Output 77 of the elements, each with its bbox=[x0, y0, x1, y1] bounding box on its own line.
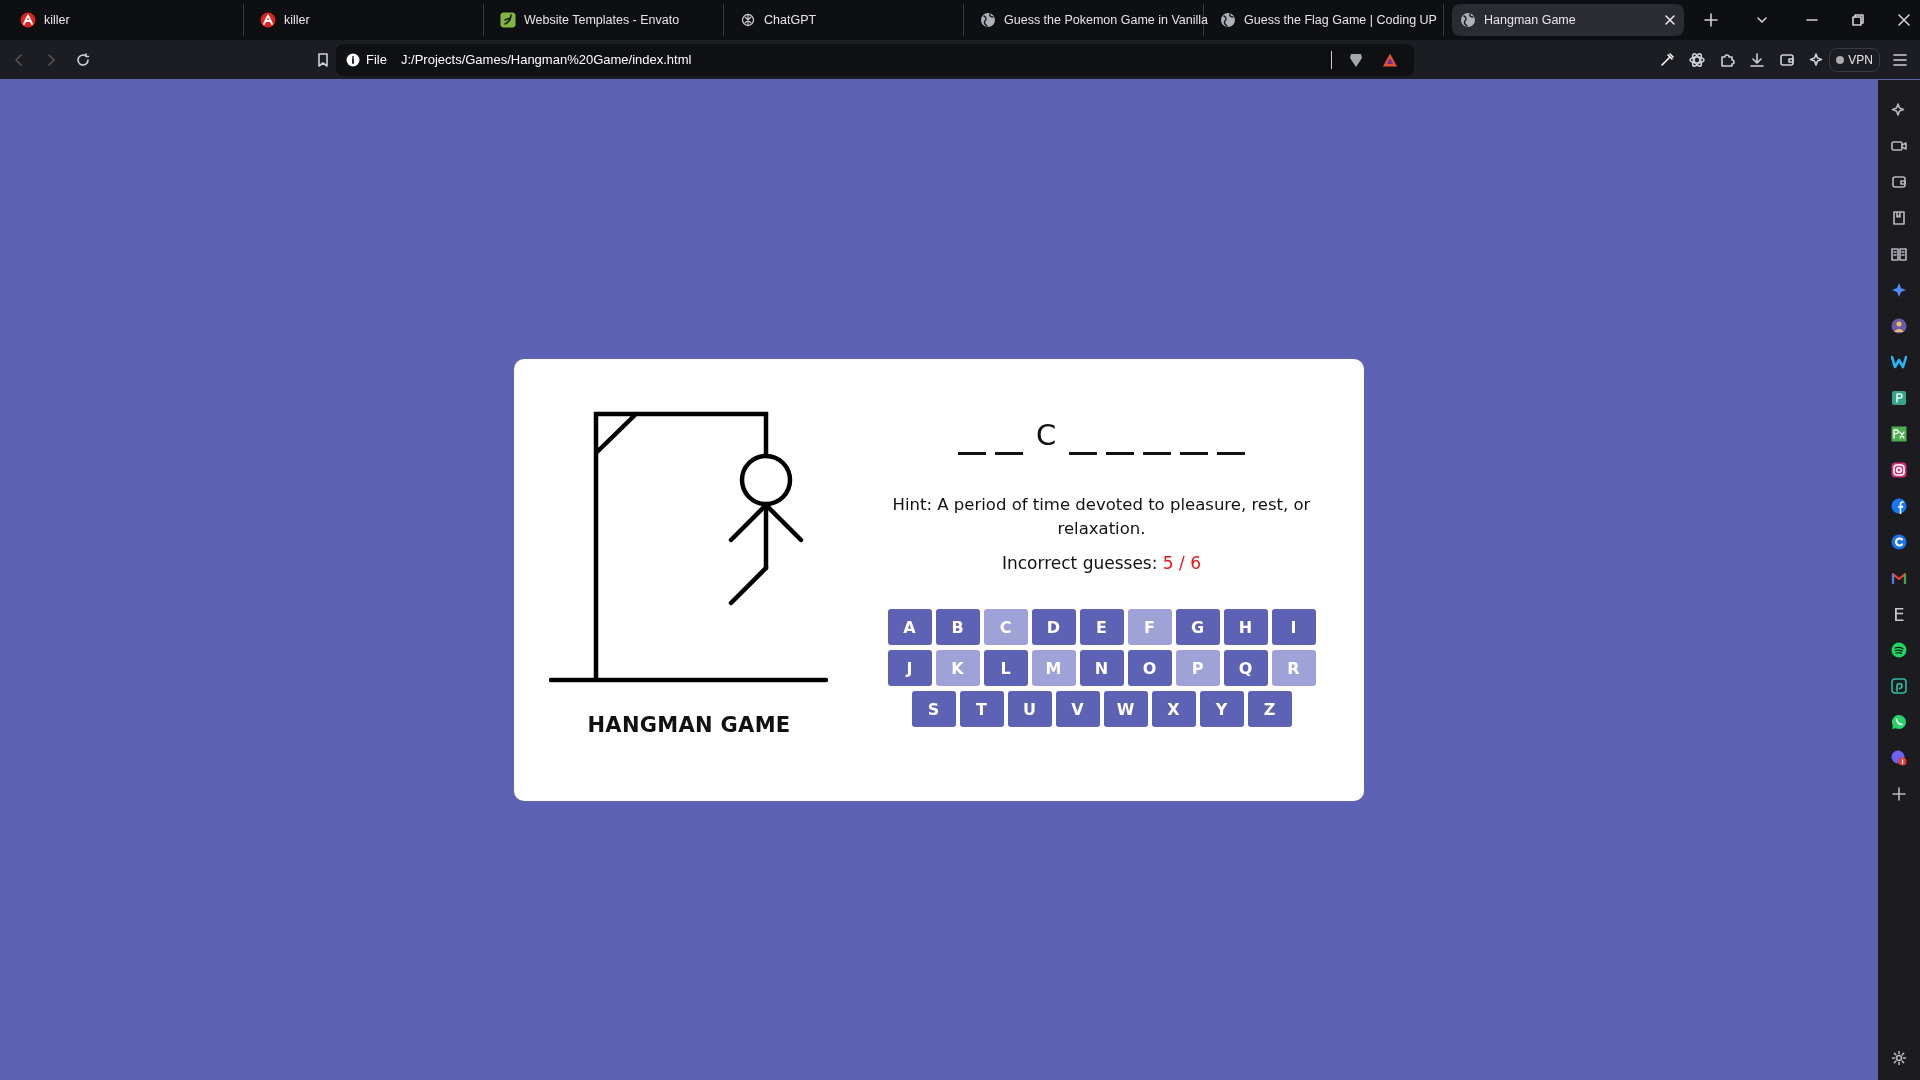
bookmark-icon[interactable] bbox=[316, 52, 330, 67]
info-icon bbox=[346, 52, 360, 67]
chat-phone-icon[interactable] bbox=[1891, 714, 1907, 730]
spotify-icon[interactable] bbox=[1891, 642, 1907, 658]
restore-icon[interactable] bbox=[1852, 14, 1864, 26]
letter-key[interactable]: D bbox=[1031, 609, 1076, 645]
vpn-button[interactable]: VPN bbox=[1829, 47, 1880, 72]
new-tab-icon[interactable] bbox=[1704, 13, 1718, 27]
f-logo-icon[interactable] bbox=[1891, 498, 1907, 514]
game-title: HANGMAN GAME bbox=[587, 713, 791, 737]
letter-key[interactable]: J bbox=[887, 650, 932, 686]
close-window-icon[interactable] bbox=[1898, 14, 1910, 26]
leaf-logo-icon bbox=[500, 12, 516, 28]
open-book-icon[interactable] bbox=[1891, 246, 1907, 262]
wallet-icon[interactable] bbox=[1779, 51, 1796, 68]
letter-key[interactable]: B bbox=[935, 609, 980, 645]
letter-key[interactable]: H bbox=[1223, 609, 1268, 645]
letter-key[interactable]: X bbox=[1151, 691, 1196, 727]
wallet-icon[interactable] bbox=[1891, 174, 1907, 190]
scheme-label: File bbox=[366, 52, 387, 67]
four-point-star-icon[interactable] bbox=[1891, 282, 1907, 298]
avatar-icon[interactable] bbox=[1891, 318, 1907, 334]
hint-text: Hint: A period of time devoted to pleasure, rest, or relaxation. bbox=[891, 494, 1312, 540]
browser-tab[interactable]: killer bbox=[12, 4, 244, 36]
w-logo-icon[interactable] bbox=[1891, 354, 1907, 370]
swirl-logo-icon[interactable] bbox=[1891, 678, 1907, 694]
reload-icon[interactable] bbox=[76, 52, 90, 67]
atom-icon[interactable] bbox=[1689, 51, 1706, 68]
globe-icon bbox=[980, 12, 996, 28]
e-logo[interactable]: E bbox=[1893, 603, 1905, 625]
letter-key[interactable]: Y bbox=[1199, 691, 1244, 727]
a-logo-icon bbox=[20, 12, 36, 28]
globe-icon bbox=[1220, 12, 1236, 28]
c-logo-icon[interactable] bbox=[1891, 534, 1907, 550]
p-logo-icon[interactable] bbox=[1891, 390, 1907, 406]
letter-key[interactable]: O bbox=[1127, 650, 1172, 686]
letter-key[interactable]: V bbox=[1055, 691, 1100, 727]
browser-tab[interactable]: Website Templates - Envato bbox=[492, 4, 724, 36]
letter-key[interactable]: U bbox=[1007, 691, 1052, 727]
browser-tab[interactable]: ChatGPT bbox=[732, 4, 964, 36]
sparkle-icon[interactable] bbox=[1891, 102, 1907, 118]
letter-key[interactable]: G bbox=[1175, 609, 1220, 645]
m-logo-icon[interactable] bbox=[1891, 570, 1907, 586]
browser-tab[interactable]: Guess the Flag Game | Coding UP bbox=[1212, 4, 1444, 36]
letter-key[interactable]: E bbox=[1079, 609, 1124, 645]
revealed-letter: C bbox=[1034, 417, 1058, 454]
video-camera-icon[interactable] bbox=[1891, 138, 1907, 154]
book-icon[interactable] bbox=[1891, 210, 1907, 226]
url-text: J:/Projects/Games/Hangman%20Game/index.html bbox=[400, 52, 693, 67]
letter-key[interactable]: A bbox=[887, 609, 932, 645]
px-logo-icon[interactable] bbox=[1891, 426, 1907, 442]
address-field[interactable]: File J:/Projects/Games/Hangman%20Game/index.html bbox=[336, 43, 1414, 76]
browser-tab[interactable]: Hangman Game bbox=[1452, 4, 1684, 36]
download-icon[interactable] bbox=[1749, 51, 1766, 68]
browser-tab[interactable]: killer bbox=[252, 4, 484, 36]
close-icon[interactable] bbox=[1664, 14, 1676, 26]
settings-icon[interactable] bbox=[1891, 1050, 1907, 1066]
letter-key[interactable]: N bbox=[1079, 650, 1124, 686]
camera-logo-icon[interactable] bbox=[1891, 462, 1907, 478]
letter-key[interactable]: Z bbox=[1247, 691, 1292, 727]
letter-key[interactable]: I bbox=[1271, 609, 1316, 645]
letter-key[interactable]: S bbox=[911, 691, 956, 727]
letter-key[interactable]: T bbox=[959, 691, 1004, 727]
a-logo-icon bbox=[260, 12, 276, 28]
triangle-icon[interactable] bbox=[1382, 51, 1398, 68]
letter-key[interactable]: L bbox=[983, 650, 1028, 686]
menu-icon[interactable] bbox=[1892, 51, 1908, 68]
letter-key[interactable]: W bbox=[1103, 691, 1148, 727]
chat-badge-icon[interactable] bbox=[1891, 750, 1907, 766]
letter-key[interactable]: Q bbox=[1223, 650, 1268, 686]
add-icon[interactable] bbox=[1891, 786, 1907, 802]
chevron-down-icon[interactable] bbox=[1756, 14, 1768, 26]
incorrect-guesses: Incorrect guesses: 5 / 6 bbox=[1001, 553, 1202, 573]
puzzle-icon[interactable] bbox=[1719, 51, 1736, 68]
knot-logo-icon bbox=[740, 12, 756, 28]
globe-icon bbox=[1460, 12, 1476, 28]
pen-icon[interactable] bbox=[1659, 51, 1676, 68]
